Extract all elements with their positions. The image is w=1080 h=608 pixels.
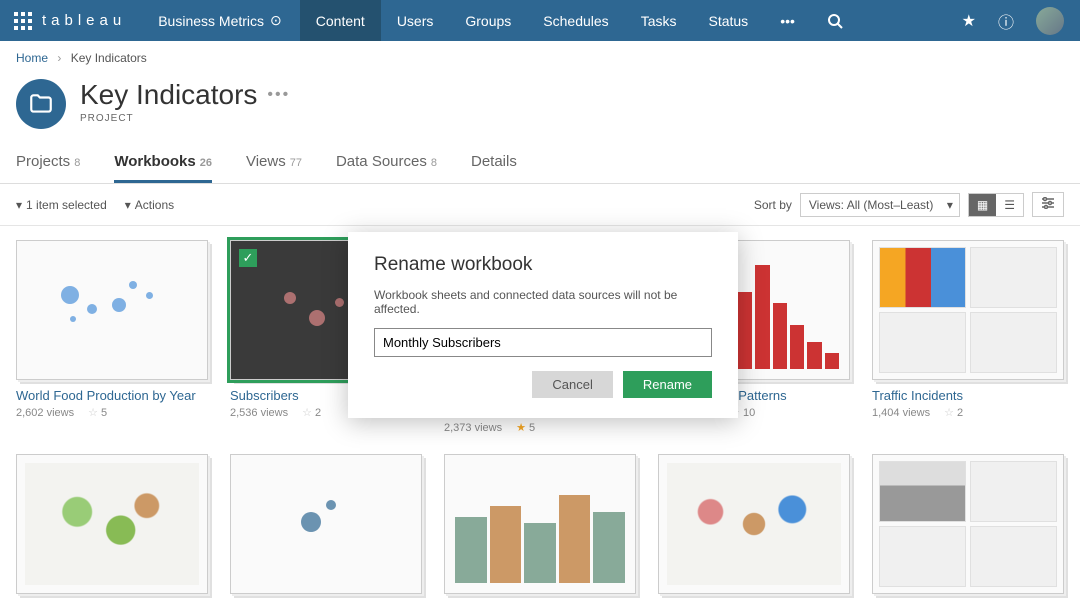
workbook-card[interactable]: Traffic Incidents 1,404 views☆ 2: [872, 240, 1064, 434]
rename-button[interactable]: Rename: [623, 371, 712, 398]
crumb-home[interactable]: Home: [16, 51, 48, 65]
crumb-current: Key Indicators: [71, 51, 147, 65]
chevron-down-icon: ⊙: [270, 12, 282, 29]
logo-mark-icon: [14, 12, 32, 30]
user-avatar[interactable]: [1036, 7, 1064, 35]
modal-title: Rename workbook: [374, 254, 712, 276]
project-header: Key Indicators ••• PROJECT: [0, 75, 1080, 147]
nav-schedules[interactable]: Schedules: [527, 0, 624, 41]
list-view-icon[interactable]: ☰: [996, 194, 1023, 216]
workbook-title[interactable]: Traffic Incidents: [872, 388, 1064, 403]
search-icon[interactable]: [811, 0, 859, 41]
content-toolbar: ▾1 item selected ▾Actions Sort by Views:…: [0, 184, 1080, 226]
project-type-label: PROJECT: [80, 113, 290, 124]
nav-more-icon[interactable]: •••: [764, 0, 811, 41]
grid-view-icon[interactable]: ▦: [969, 194, 996, 216]
workbook-title[interactable]: World Food Production by Year: [16, 388, 208, 403]
breadcrumb: Home › Key Indicators: [0, 41, 1080, 75]
filter-icon[interactable]: [1032, 192, 1064, 217]
info-icon[interactable]: ⓘ: [998, 9, 1014, 33]
star-icon[interactable]: ☆: [944, 407, 954, 419]
modal-body: Workbook sheets and connected data sourc…: [374, 288, 712, 316]
favorites-icon[interactable]: ★: [962, 11, 976, 31]
view-count: 2,536 views: [230, 407, 288, 419]
breadcrumb-separator-icon: ›: [57, 51, 61, 65]
sort-select[interactable]: Views: All (Most–Least)▾: [800, 193, 960, 217]
workbook-card[interactable]: [16, 454, 208, 594]
workbook-thumbnail[interactable]: [872, 240, 1064, 380]
brand-name: tableau: [42, 12, 126, 29]
project-actions-icon[interactable]: •••: [267, 86, 290, 104]
rename-input[interactable]: [374, 328, 712, 357]
workbook-card[interactable]: [444, 454, 636, 594]
workbook-thumbnail[interactable]: [658, 454, 850, 594]
workbook-thumbnail[interactable]: [16, 240, 208, 380]
star-icon[interactable]: ★: [516, 422, 526, 434]
workbook-card[interactable]: World Food Production by Year 2,602 view…: [16, 240, 208, 434]
actions-menu[interactable]: ▾Actions: [125, 198, 174, 212]
tab-workbooks[interactable]: Workbooks26: [114, 147, 212, 183]
star-icon[interactable]: ☆: [302, 407, 312, 419]
workbook-card[interactable]: [658, 454, 850, 594]
site-picker[interactable]: Business Metrics ⊙: [140, 12, 300, 29]
chevron-down-icon: ▾: [16, 198, 22, 212]
workbook-thumbnail[interactable]: [230, 454, 422, 594]
nav-content[interactable]: Content: [300, 0, 381, 41]
chevron-down-icon: ▾: [947, 198, 953, 212]
cancel-button[interactable]: Cancel: [532, 371, 612, 398]
content-tabs: Projects8 Workbooks26 Views77 Data Sourc…: [0, 147, 1080, 184]
sort-by-label: Sort by: [754, 198, 792, 212]
view-count: 2,602 views: [16, 407, 74, 419]
tab-projects[interactable]: Projects8: [16, 147, 80, 183]
primary-nav: Content Users Groups Schedules Tasks Sta…: [300, 0, 859, 41]
nav-groups[interactable]: Groups: [449, 0, 527, 41]
project-folder-icon: [16, 79, 66, 129]
top-bar: tableau Business Metrics ⊙ Content Users…: [0, 0, 1080, 41]
workbook-card[interactable]: [872, 454, 1064, 594]
brand-logo[interactable]: tableau: [0, 12, 140, 30]
tab-details[interactable]: Details: [471, 147, 517, 183]
tab-views[interactable]: Views77: [246, 147, 302, 183]
star-icon[interactable]: ☆: [88, 407, 98, 419]
tab-datasources[interactable]: Data Sources8: [336, 147, 437, 183]
page-title: Key Indicators: [80, 79, 257, 111]
view-mode-toggle: ▦ ☰: [968, 193, 1024, 217]
workbook-thumbnail[interactable]: [16, 454, 208, 594]
nav-users[interactable]: Users: [381, 0, 450, 41]
nav-status[interactable]: Status: [692, 0, 764, 41]
chevron-down-icon: ▾: [125, 198, 131, 212]
rename-modal: Rename workbook Workbook sheets and conn…: [348, 232, 738, 418]
workbook-thumbnail[interactable]: [444, 454, 636, 594]
selection-count[interactable]: ▾1 item selected: [16, 198, 107, 212]
view-count: 1,404 views: [872, 407, 930, 419]
workbook-thumbnail[interactable]: [872, 454, 1064, 594]
view-count: 2,373 views: [444, 422, 502, 434]
site-name: Business Metrics: [158, 13, 264, 29]
workbook-card[interactable]: [230, 454, 422, 594]
nav-tasks[interactable]: Tasks: [625, 0, 693, 41]
topbar-right: ★ ⓘ: [962, 7, 1080, 35]
